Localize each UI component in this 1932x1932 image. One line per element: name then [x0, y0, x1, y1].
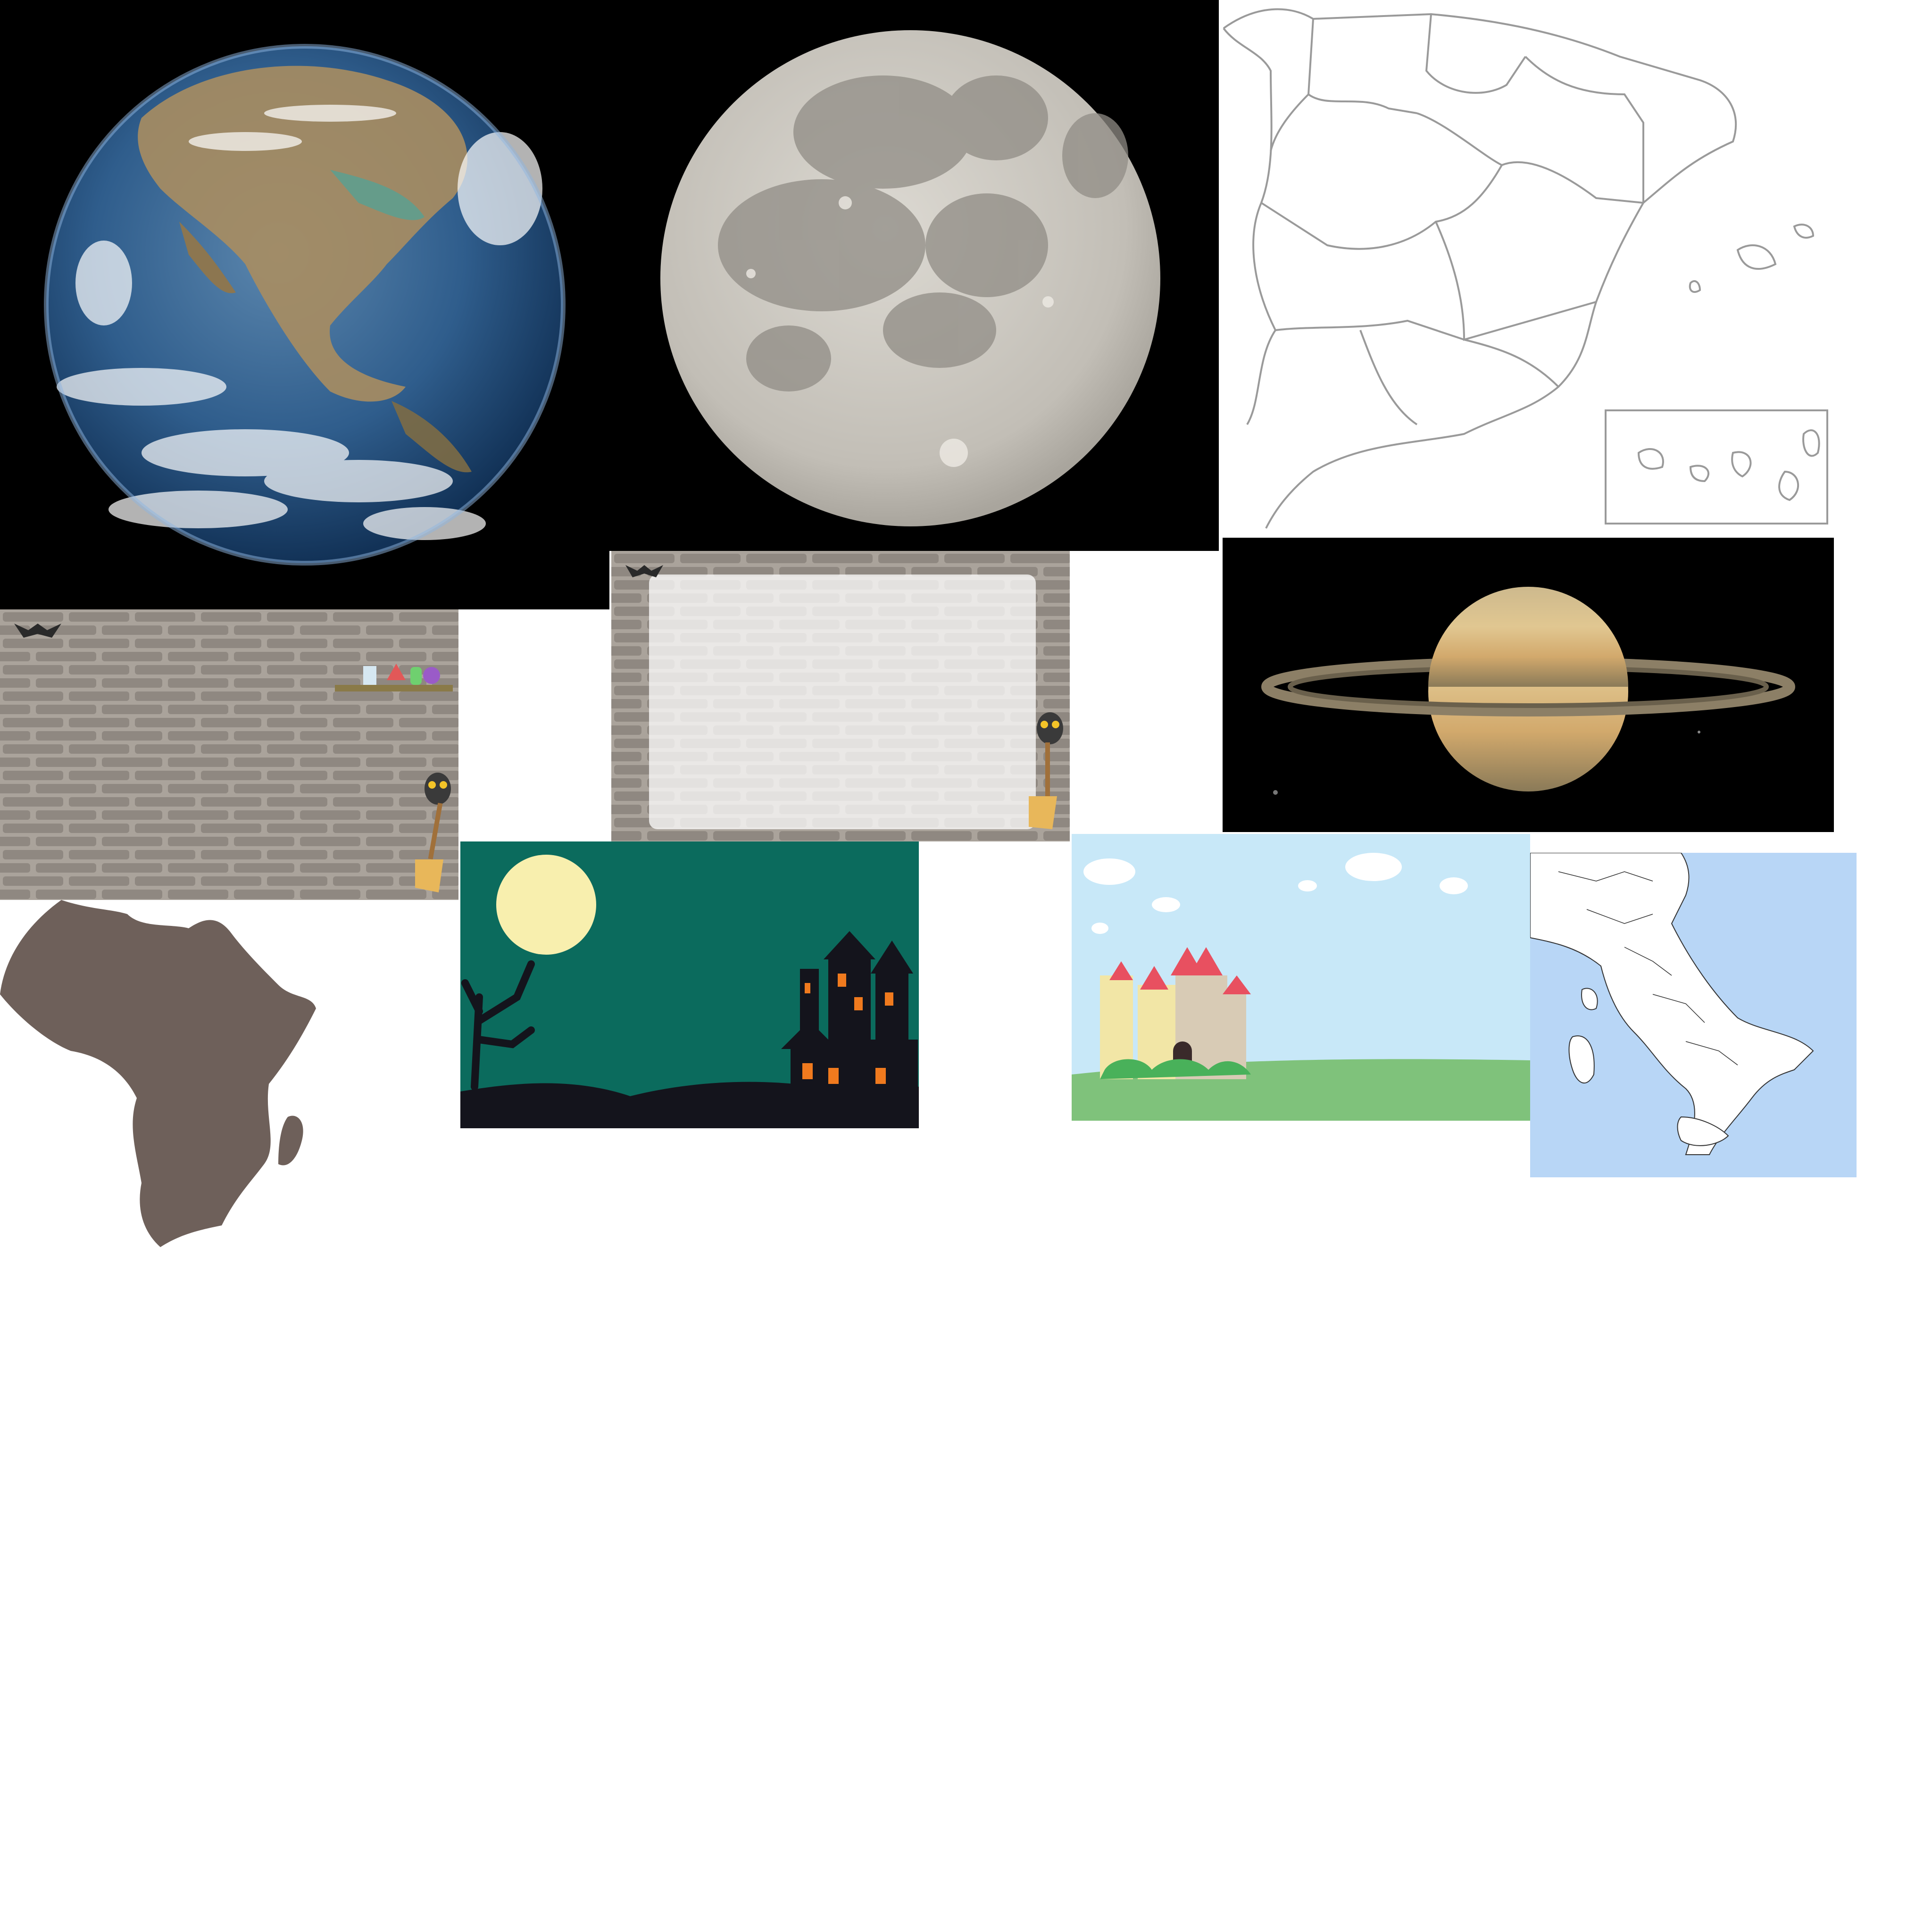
italy-region-map: [1530, 853, 1857, 1177]
haunted-night-background: [460, 841, 919, 1128]
translucent-panel: [649, 575, 1036, 829]
brick-wall-background: [0, 609, 458, 900]
owl-icon: [1037, 712, 1063, 744]
castle-meadow-background: [1072, 834, 1530, 1121]
full-moon-icon: [496, 855, 596, 955]
africa-silhouette: [0, 900, 317, 1247]
owl-icon: [425, 773, 451, 805]
spain-region-map: [1219, 0, 1837, 538]
castle-meadow-art: [1072, 834, 1530, 1121]
earth-icon: [0, 0, 609, 609]
map-icon: [1530, 853, 1857, 1177]
brick-wall-art: [0, 609, 458, 900]
map-icon: [1219, 0, 1837, 538]
haunted-night-art: [460, 841, 919, 1128]
moon-icon: [609, 0, 1219, 551]
brick-wall-panel-art: [611, 551, 1070, 841]
moon-photo: [609, 0, 1219, 551]
saturn-photo: [1223, 538, 1834, 832]
saturn-icon: [1223, 538, 1834, 832]
brick-wall-panel-background: [611, 551, 1070, 841]
earth-photo: [0, 0, 609, 609]
continent-icon: [0, 900, 316, 1247]
